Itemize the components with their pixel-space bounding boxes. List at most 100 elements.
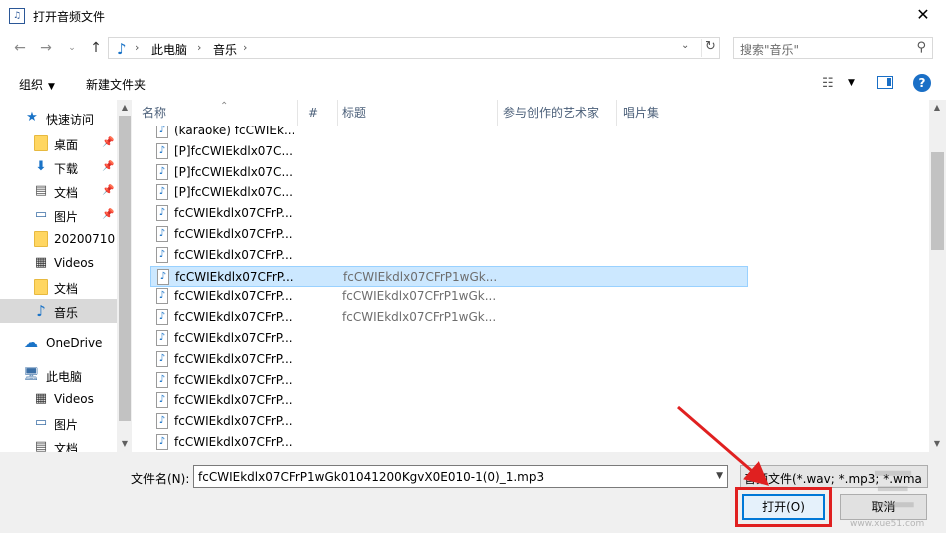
file-list-scroll-thumb[interactable] (931, 152, 944, 250)
up-arrow-icon[interactable]: ↑ (86, 38, 106, 58)
nav-item-documents[interactable]: ▤ 文档 📌 (0, 179, 118, 203)
picture-icon: ▭ (34, 207, 48, 222)
file-row[interactable]: ♪ fcCWIEkdlx07CFrP... (150, 203, 748, 224)
close-button[interactable]: ✕ (900, 0, 946, 32)
nav-scrollbar[interactable]: ▲ ▼ (117, 100, 133, 452)
recent-chevron-icon[interactable]: ⌄ (62, 38, 82, 58)
file-list-scrollbar[interactable]: ▲ ▼ (929, 100, 946, 452)
organize-button[interactable]: 组织 ▼ (19, 76, 55, 93)
nav-item-downloads[interactable]: ⬇ 下载 📌 (0, 155, 118, 179)
file-row[interactable]: ♪ fcCWIEkdlx07CFrP... fcCWIEkdlx07CFrP1wGk… (150, 307, 748, 328)
back-arrow-icon[interactable]: ← (10, 38, 30, 58)
address-dropdown-icon[interactable]: ⌄ (681, 40, 689, 51)
scroll-up-icon[interactable]: ▲ (117, 100, 133, 116)
column-name[interactable]: ⌃ 名称 (132, 100, 298, 126)
nav-item-pictures[interactable]: ▭ 图片 📌 (0, 203, 118, 227)
nav-item-pc-videos[interactable]: ▦ Videos (0, 387, 118, 411)
audio-file-icon: ♪ (156, 371, 168, 388)
nav-item-onedrive[interactable]: ☁ OneDrive (0, 331, 118, 355)
forward-arrow-icon[interactable]: → (36, 38, 56, 58)
nav-item-music[interactable]: ♪ 音乐 (0, 299, 118, 323)
breadcrumb-music[interactable]: 音乐 (213, 41, 237, 58)
scroll-down-icon[interactable]: ▼ (929, 436, 945, 452)
nav-item-pc-documents[interactable]: ▤ 文档 (0, 435, 118, 452)
cloud-icon: ☁ (24, 335, 38, 351)
chevron-down-icon[interactable]: ▼ (716, 471, 723, 481)
nav-item-this-pc[interactable]: 🖥 此电脑 (0, 363, 118, 387)
chevron-right-icon[interactable]: › (197, 41, 201, 54)
help-icon[interactable]: ? (913, 74, 931, 92)
file-row[interactable]: ♪ fcCWIEkdlx07CFrP... fcCWIEkdlx07CFrP1wGk… (150, 286, 748, 307)
search-placeholder: 搜索"音乐" (740, 43, 800, 57)
refresh-icon[interactable]: ↻ (701, 39, 719, 57)
nav-item-pc-pictures[interactable]: ▭ 图片 (0, 411, 118, 435)
star-icon: ★ (26, 110, 38, 125)
file-row[interactable]: ♪ [P]fcCWIEkdlx07C... (150, 182, 748, 203)
audio-file-icon: ♪ (156, 392, 168, 409)
pin-icon[interactable]: 📌 (102, 185, 114, 196)
column-header-row: ⌃ 名称 # 标题 参与创作的艺术家 唱片集 (132, 100, 930, 126)
file-name: fcCWIEkdlx07CFrP... (174, 351, 293, 366)
column-contributing-artists[interactable]: 参与创作的艺术家 (493, 100, 617, 126)
pin-icon[interactable]: 📌 (102, 209, 114, 220)
file-row[interactable]: ♪ (karaoke) fcCWIEk... (150, 126, 748, 141)
watermark-url: www.xue51.com (850, 519, 925, 529)
music-note-icon: ♪ (117, 40, 127, 58)
nav-item-20200710[interactable]: 20200710 (0, 227, 118, 251)
nav-item-desktop[interactable]: 桌面 📌 (0, 131, 118, 155)
file-row[interactable]: ♪ [P]fcCWIEkdlx07C... (150, 141, 748, 162)
audio-file-icon: ♪ (156, 288, 168, 305)
download-icon: ⬇ (35, 159, 47, 174)
video-icon: ▦ (34, 255, 48, 270)
audio-file-icon: ♪ (156, 413, 168, 430)
file-name: [P]fcCWIEkdlx07C... (174, 143, 293, 158)
new-folder-button[interactable]: 新建文件夹 (86, 76, 146, 93)
file-name: fcCWIEkdlx07CFrP... (174, 435, 293, 449)
file-name: fcCWIEkdlx07CFrP... (174, 206, 293, 221)
file-row[interactable]: ♪ fcCWIEkdlx07CFrP... (150, 370, 748, 391)
audio-file-icon: ♪ (156, 126, 168, 138)
caret-down-icon[interactable]: ▼ (848, 78, 855, 88)
folder-icon (34, 231, 48, 247)
file-title: fcCWIEkdlx07CFrP1wGk... (342, 289, 497, 304)
file-row[interactable]: ♪ fcCWIEkdlx07CFrP... (150, 390, 748, 411)
file-name: fcCWIEkdlx07CFrP... (174, 247, 293, 262)
view-details-icon[interactable]: ☷ (822, 76, 834, 91)
file-row[interactable]: ♪ fcCWIEkdlx07CFrP... (150, 224, 748, 245)
scroll-up-icon[interactable]: ▲ (929, 100, 945, 116)
breadcrumb-this-pc[interactable]: 此电脑 (151, 41, 187, 58)
filename-input[interactable]: fcCWIEkdlx07CFrP1wGk01041200KgvX0E010-1(… (193, 465, 728, 488)
scroll-down-icon[interactable]: ▼ (117, 436, 133, 452)
sort-up-icon: ⌃ (220, 101, 229, 112)
computer-icon: 🖥 (23, 367, 40, 382)
file-row[interactable]: ♪ fcCWIEkdlx07CFrP... fcCWIEkdlx07CFrP1wGk… (150, 265, 748, 287)
document-icon: ▤ (34, 183, 48, 198)
file-row[interactable]: ♪ [P]fcCWIEkdlx07C... (150, 162, 748, 183)
file-row[interactable]: ♪ fcCWIEkdlx07CFrP... (150, 432, 748, 452)
chevron-right-icon[interactable]: › (135, 41, 139, 54)
nav-item-quick-access[interactable]: ★ 快速访问 (0, 106, 118, 130)
audio-file-icon: ♪ (156, 142, 168, 159)
column-title[interactable]: 标题 (332, 100, 498, 126)
column-album[interactable]: 唱片集 (613, 100, 723, 126)
file-row[interactable]: ♪ fcCWIEkdlx07CFrP... (150, 411, 748, 432)
file-name: fcCWIEkdlx07CFrP... (174, 393, 293, 408)
nav-item-documents-folder[interactable]: 文档 (0, 275, 118, 299)
search-input[interactable]: 搜索"音乐" ⚲ (733, 37, 933, 59)
picture-icon: ▭ (34, 415, 48, 430)
file-name: fcCWIEkdlx07CFrP... (175, 269, 294, 284)
audio-file-icon: ♪ (156, 434, 168, 450)
preview-pane-icon[interactable] (877, 76, 893, 89)
file-name: fcCWIEkdlx07CFrP... (174, 414, 293, 429)
search-icon[interactable]: ⚲ (916, 40, 926, 55)
chevron-right-icon[interactable]: › (243, 41, 247, 54)
pin-icon[interactable]: 📌 (102, 137, 114, 148)
nav-scroll-thumb[interactable] (119, 116, 131, 421)
file-row[interactable]: ♪ fcCWIEkdlx07CFrP... (150, 349, 748, 370)
pin-icon[interactable]: 📌 (102, 161, 114, 172)
audio-file-icon: ♪ (156, 309, 168, 326)
nav-item-videos[interactable]: ▦ Videos (0, 251, 118, 275)
address-box[interactable]: ♪ › 此电脑 › 音乐 › ⌄ ↻ (108, 37, 720, 59)
file-row[interactable]: ♪ fcCWIEkdlx07CFrP... (150, 245, 748, 266)
file-row[interactable]: ♪ fcCWIEkdlx07CFrP... (150, 328, 748, 349)
